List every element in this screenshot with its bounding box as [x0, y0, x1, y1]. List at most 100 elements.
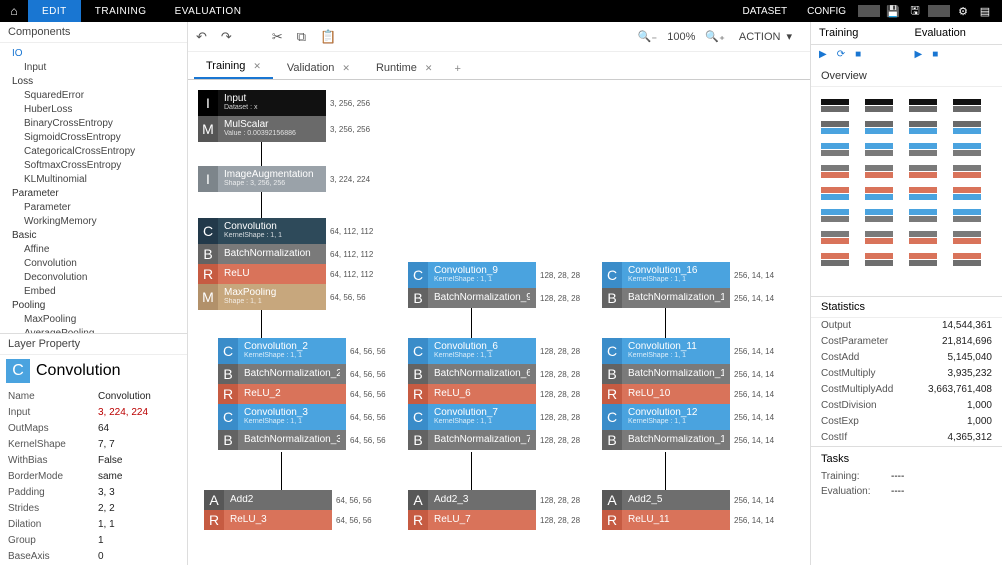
component-item[interactable]: CategoricalCrossEntropy [0, 145, 187, 159]
paste-icon[interactable]: 📋 [320, 29, 336, 45]
graph-node[interactable]: IInputDataset : x3, 256, 256 [198, 90, 374, 116]
category-basic[interactable]: Basic [0, 229, 187, 243]
graph-node[interactable]: RReLU_11256, 14, 14 [602, 510, 778, 530]
graph-tab-training[interactable]: Training✕ [194, 54, 273, 79]
component-item[interactable]: HuberLoss [0, 103, 187, 117]
component-item[interactable]: Deconvolution [0, 271, 187, 285]
prop-value[interactable]: 1, 1 [98, 518, 115, 532]
graph-node[interactable]: BBatchNormalization_9128, 28, 28 [408, 288, 584, 308]
tab-training[interactable]: TRAINING [81, 0, 161, 22]
graph-node[interactable]: BBatchNormalization_12256, 14, 14 [602, 430, 778, 450]
prop-value[interactable]: 2, 2 [98, 502, 115, 516]
component-item[interactable]: MaxPooling [0, 313, 187, 327]
graph-node[interactable]: RReLU_7128, 28, 28 [408, 510, 584, 530]
tab-evaluation[interactable]: EVALUATION [161, 0, 256, 22]
copy-icon[interactable]: ⧉ [297, 29, 306, 45]
component-item[interactable]: KLMultinomial [0, 173, 187, 187]
component-item[interactable]: SquaredError [0, 89, 187, 103]
component-item[interactable]: Embed [0, 285, 187, 299]
component-item[interactable]: Affine [0, 243, 187, 257]
graph-node[interactable]: BBatchNormalization_16256, 14, 14 [602, 288, 778, 308]
graph-node[interactable]: CConvolution_11KernelShape : 1, 1256, 14… [602, 338, 778, 364]
category-parameter[interactable]: Parameter [0, 187, 187, 201]
graph-node[interactable]: RReLU_6128, 28, 28 [408, 384, 584, 404]
graph-node[interactable]: BBatchNormalization_264, 56, 56 [218, 364, 394, 384]
prop-value[interactable]: Convolution [98, 390, 151, 404]
prop-value[interactable]: False [98, 454, 122, 468]
home-icon[interactable]: ⌂ [0, 0, 28, 22]
graph-node[interactable]: CConvolution_16KernelShape : 1, 1256, 14… [602, 262, 778, 288]
list-icon[interactable]: ▤ [974, 5, 996, 18]
gear-icon[interactable]: ⚙ [952, 5, 974, 18]
component-item[interactable]: SoftmaxCrossEntropy [0, 159, 187, 173]
component-item[interactable]: SigmoidCrossEntropy [0, 131, 187, 145]
category-loss[interactable]: Loss [0, 75, 187, 89]
action-dropdown[interactable]: ACTION ▾ [739, 30, 792, 43]
graph-node[interactable]: BBatchNormalization64, 112, 112 [198, 244, 374, 264]
component-item[interactable]: Convolution [0, 257, 187, 271]
graph-node[interactable]: BBatchNormalization_7128, 28, 28 [408, 430, 584, 450]
graph-node[interactable]: CConvolutionKernelShape : 1, 164, 112, 1… [198, 218, 374, 244]
graph-node[interactable]: MMaxPoolingShape : 1, 164, 56, 56 [198, 284, 374, 310]
resume-icon[interactable]: ⟳ [837, 49, 845, 60]
prop-value[interactable]: 64 [98, 422, 109, 436]
graph-node[interactable]: BBatchNormalization_364, 56, 56 [218, 430, 394, 450]
graph-node[interactable]: CConvolution_2KernelShape : 1, 164, 56, … [218, 338, 394, 364]
add-tab-button[interactable]: + [446, 59, 468, 79]
graph-node[interactable]: CConvolution_3KernelShape : 1, 164, 56, … [218, 404, 394, 430]
graph-node[interactable]: CConvolution_6KernelShape : 1, 1128, 28,… [408, 338, 584, 364]
save-icon[interactable]: 💾 [882, 5, 904, 18]
graph-node[interactable]: CConvolution_12KernelShape : 1, 1256, 14… [602, 404, 778, 430]
graph-node[interactable]: BBatchNormalization_6128, 28, 28 [408, 364, 584, 384]
component-item[interactable]: WorkingMemory [0, 215, 187, 229]
overview-minimap[interactable] [811, 87, 1002, 297]
graph-node[interactable]: BBatchNormalization_10256, 14, 14 [602, 364, 778, 384]
category-io[interactable]: IO [0, 47, 187, 61]
play-icon[interactable]: ▶ [819, 49, 827, 60]
prop-value[interactable]: 1 [98, 534, 104, 548]
redo-icon[interactable]: ↷ [221, 29, 232, 45]
close-icon[interactable]: ✕ [342, 63, 350, 74]
stop-icon[interactable]: ■ [855, 49, 861, 60]
tab-dataset[interactable]: DATASET [732, 0, 797, 22]
graph-node[interactable]: RReLU_10256, 14, 14 [602, 384, 778, 404]
right-tab-training[interactable]: Training [811, 22, 907, 44]
component-item[interactable]: Input [0, 61, 187, 75]
node-block: ReLU_7 [428, 510, 536, 530]
tab-config[interactable]: CONFIG [797, 0, 856, 22]
node-letter: M [198, 116, 218, 142]
stop-icon[interactable]: ■ [932, 49, 938, 60]
graph-node[interactable]: CConvolution_7KernelShape : 1, 1128, 28,… [408, 404, 584, 430]
graph-node[interactable]: AAdd2_3128, 28, 28 [408, 490, 584, 510]
node-dims: 128, 28, 28 [536, 384, 584, 404]
graph-canvas[interactable]: IInputDataset : x3, 256, 256MMulScalarVa… [188, 80, 810, 565]
play-icon[interactable]: ▶ [915, 49, 923, 60]
close-icon[interactable]: ✕ [253, 61, 261, 72]
graph-node[interactable]: AAdd264, 56, 56 [204, 490, 380, 510]
close-icon[interactable]: ✕ [425, 63, 433, 74]
prop-value[interactable]: 7, 7 [98, 438, 115, 452]
category-pooling[interactable]: Pooling [0, 299, 187, 313]
zoom-out-icon[interactable]: 🔍₋ [638, 30, 658, 43]
graph-node[interactable]: RReLU_364, 56, 56 [204, 510, 380, 530]
prop-value[interactable]: same [98, 470, 122, 484]
graph-node[interactable]: IImageAugmentationShape : 3, 256, 2563, … [198, 166, 374, 192]
graph-tab-validation[interactable]: Validation✕ [275, 56, 362, 79]
graph-node[interactable]: RReLU64, 112, 112 [198, 264, 374, 284]
tab-edit[interactable]: EDIT [28, 0, 81, 22]
graph-node[interactable]: AAdd2_5256, 14, 14 [602, 490, 778, 510]
zoom-in-icon[interactable]: 🔍₊ [705, 30, 725, 43]
undo-icon[interactable]: ↶ [196, 29, 207, 45]
save-as-icon[interactable]: 🖫 [904, 2, 926, 21]
component-item[interactable]: Parameter [0, 201, 187, 215]
prop-value[interactable]: 0 [98, 550, 104, 564]
cut-icon[interactable]: ✂ [272, 29, 283, 45]
graph-tab-runtime[interactable]: Runtime✕ [364, 56, 445, 79]
prop-value[interactable]: 3, 3 [98, 486, 115, 500]
prop-value[interactable]: 3, 224, 224 [98, 406, 148, 420]
component-item[interactable]: BinaryCrossEntropy [0, 117, 187, 131]
right-tab-evaluation[interactable]: Evaluation [907, 22, 1002, 44]
graph-node[interactable]: RReLU_264, 56, 56 [218, 384, 394, 404]
graph-node[interactable]: CConvolution_9KernelShape : 1, 1128, 28,… [408, 262, 584, 288]
graph-node[interactable]: MMulScalarValue : 0.003921568863, 256, 2… [198, 116, 374, 142]
